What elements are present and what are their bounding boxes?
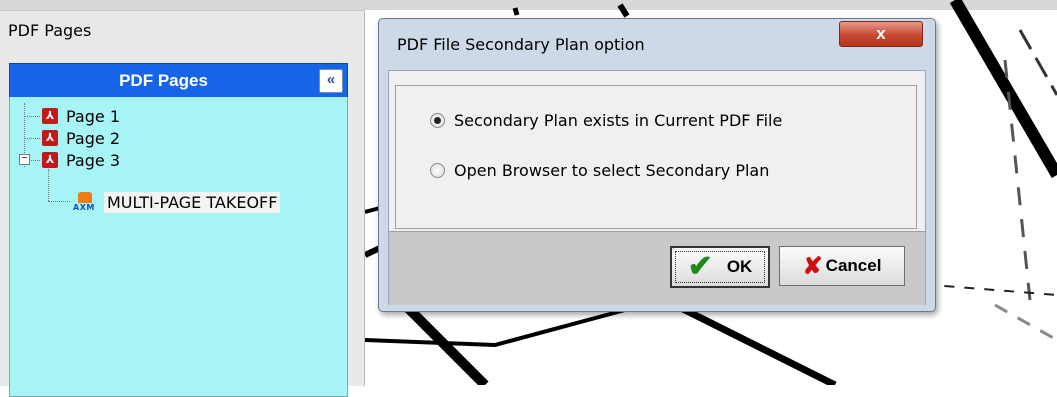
option-label: Open Browser to select Secondary Plan [454,160,770,180]
option-label: Secondary Plan exists in Current PDF Fil… [454,110,783,130]
cancel-label: Cancel [825,256,882,275]
option-open-browser[interactable]: Open Browser to select Secondary Plan [430,159,769,181]
takeoff-icon: AXM [72,192,98,212]
drawing-line [512,7,520,16]
tree-connector [29,160,40,161]
dialog-footer: ✔ OK ✘ Cancel [389,231,925,305]
tree-item-page-2[interactable]: ⅄ Page 2 [42,127,120,149]
cancel-x-icon: ✘ [802,252,823,280]
pane-header-title: PDF Pages [119,71,208,90]
cancel-button[interactable]: ✘ Cancel [779,246,905,286]
tree-item-multi-page-takeoff[interactable]: AXM MULTI-PAGE TAKEOFF [72,191,281,213]
drawing-line [365,308,626,348]
page-tree: ⅄ Page 1 ⅄ Page 2 − ⅄ Page 3 AXM MULTI-P… [9,97,348,397]
collapse-icon[interactable]: « [319,69,343,93]
drawing-line [994,303,1057,342]
tree-connector [48,201,70,202]
focus-rect [675,251,765,283]
collapse-tree-icon[interactable]: − [19,154,30,165]
pdf-icon: ⅄ [42,130,58,146]
pdf-icon: ⅄ [42,152,58,168]
tree-connector [24,116,40,117]
options-group: Secondary Plan exists in Current PDF Fil… [395,85,917,229]
drawing-line [1018,29,1057,96]
drawing-line [617,3,630,18]
ok-button[interactable]: ✔ OK [670,246,770,288]
radio-button-checked[interactable] [430,112,445,128]
tree-item-label: MULTI-PAGE TAKEOFF [104,191,281,213]
tree-item-page-3[interactable]: ⅄ Page 3 [42,149,120,171]
tree-connector [48,169,49,201]
pdf-pages-header: PDF Pages « [9,63,348,98]
dialog-title: PDF File Secondary Plan option [397,35,645,54]
drawing-line [949,0,1057,179]
secondary-plan-dialog: PDF File Secondary Plan option x Seconda… [378,18,936,312]
pdf-pages-panel: PDF Pages PDF Pages « ⅄ Page 1 ⅄ Page 2 … [0,10,365,397]
tree-item-label: Page 1 [66,106,120,126]
drawing-line [663,296,837,385]
tree-connector [24,138,40,139]
panel-title: PDF Pages [8,21,92,40]
tree-item-label: Page 2 [66,128,120,148]
tree-item-page-1[interactable]: ⅄ Page 1 [42,105,120,127]
option-current-pdf[interactable]: Secondary Plan exists in Current PDF Fil… [430,109,782,131]
dialog-body: Secondary Plan exists in Current PDF Fil… [388,70,926,305]
tree-item-label: Page 3 [66,150,120,170]
pdf-icon: ⅄ [42,108,58,124]
radio-button[interactable] [430,162,445,178]
close-button[interactable]: x [839,21,923,47]
